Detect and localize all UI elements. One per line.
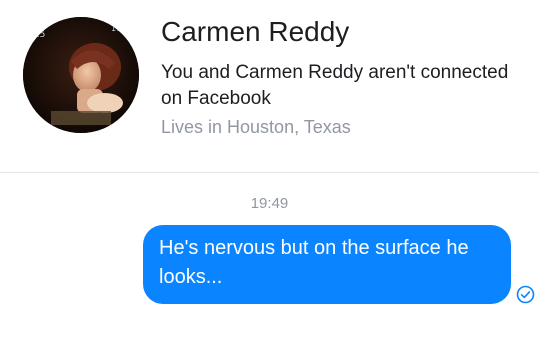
- sent-check-icon: [516, 285, 535, 304]
- connection-status-text: You and Carmen Reddy aren't connected on…: [161, 62, 509, 109]
- avatar-photo: 4.5 10: [23, 17, 139, 133]
- contact-name: Carmen Reddy: [161, 16, 350, 47]
- svg-text:10: 10: [111, 24, 121, 33]
- outgoing-message-bubble[interactable]: He's nervous but on the surface he looks…: [143, 225, 511, 304]
- contact-avatar[interactable]: 4.5 10: [23, 17, 139, 133]
- contact-header: 4.5 10 Carmen Reddy You and Carmen Reddy…: [0, 0, 539, 172]
- header-divider: [0, 172, 539, 173]
- svg-text:4.5: 4.5: [31, 30, 45, 40]
- contact-location: Lives in Houston, Texas: [161, 117, 351, 137]
- message-timestamp: 19:49: [250, 195, 289, 212]
